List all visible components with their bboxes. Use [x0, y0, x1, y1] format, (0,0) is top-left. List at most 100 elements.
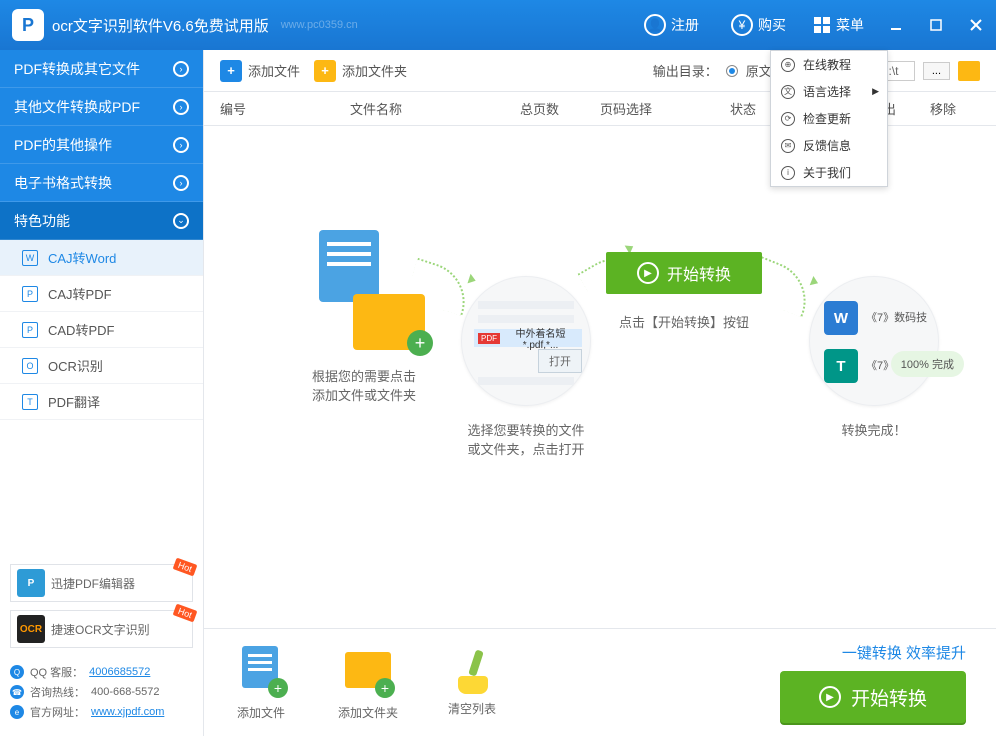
bottom-add-folder[interactable]: + 添加文件夹 — [338, 644, 398, 721]
sidebar-item-label: CAD转PDF — [48, 320, 114, 339]
sidebar-item-caj-pdf[interactable]: PCAJ转PDF — [0, 276, 203, 312]
play-icon: ▶ — [637, 262, 659, 284]
section-other-to-pdf[interactable]: 其他文件转换成PDF › — [0, 88, 203, 126]
website-link[interactable]: www.xjpdf.com — [91, 706, 164, 718]
pdf-editor-icon: P — [17, 569, 45, 597]
bottom-bar: + 添加文件 + 添加文件夹 清空列表 一键转换 效率提升 ▶ 开始转换 — [204, 628, 996, 736]
section-pdf-to-other[interactable]: PDF转换成其它文件› — [0, 50, 203, 88]
play-icon: ▶ — [819, 686, 841, 708]
bottom-label: 添加文件夹 — [338, 706, 398, 720]
sidebar-item-label: PDF翻译 — [48, 392, 100, 411]
doc-icon: T — [22, 394, 38, 410]
ocr-icon: OCR — [17, 615, 45, 643]
doc-icon: W — [22, 250, 38, 266]
menu-item-label: 关于我们 — [803, 164, 851, 181]
section-special[interactable]: 特色功能 ⌄ — [0, 202, 203, 240]
sidebar-item-translate[interactable]: T PDF翻译 — [0, 384, 203, 420]
contact-value: 400-668-5572 — [91, 686, 160, 698]
grid-icon — [814, 17, 830, 33]
section-ebook[interactable]: 电子书格式转换› — [0, 164, 203, 202]
radio-original-folder[interactable] — [726, 65, 738, 77]
col-pages: 总页数 — [520, 99, 600, 118]
promo-pdf-editor[interactable]: P 迅捷PDF编辑器 Hot — [10, 564, 193, 602]
menu-check-update[interactable]: ⟳ 检查更新 — [771, 105, 887, 132]
contact-label: 官方网址： — [30, 704, 85, 720]
promo-label: 捷速OCR文字识别 — [51, 621, 150, 638]
guide-step-3: ▶ 开始转换 点击【开始转换】按钮 — [584, 222, 784, 331]
menu-item-label: 检查更新 — [803, 110, 851, 127]
guide-text: 转换完成！ — [774, 420, 974, 439]
pdf-tag-icon: PDF — [478, 333, 500, 344]
menu-item-label: 反馈信息 — [803, 137, 851, 154]
chevron-right-icon: › — [173, 137, 189, 153]
text-icon: T — [824, 349, 858, 383]
chevron-right-icon: › — [173, 99, 189, 115]
main-menu-dropdown: ⊕在线教程 文语言选择▶ ⟳ 检查更新 ✉ 反馈信息 i 关于我们 — [770, 50, 888, 187]
phone-icon: ☎ — [10, 685, 24, 699]
app-logo-icon: P — [12, 9, 44, 41]
hot-badge: Hot — [173, 558, 198, 577]
start-button-illustration: ▶ 开始转换 — [606, 252, 762, 294]
promo-label: 迅捷PDF编辑器 — [51, 575, 135, 592]
start-conversion-button[interactable]: ▶ 开始转换 — [780, 671, 966, 723]
user-icon: 👤 — [644, 14, 666, 36]
watermark-text: www.pc0359.cn — [281, 19, 358, 31]
qq-link[interactable]: 4006685572 — [89, 666, 150, 678]
browse-ellipsis-button[interactable]: ... — [923, 62, 950, 80]
sidebar-item-label: CAJ转PDF — [48, 284, 112, 303]
close-button[interactable] — [956, 0, 996, 50]
menu-about[interactable]: i 关于我们 — [771, 159, 887, 186]
start-label: 开始转换 — [851, 684, 927, 711]
col-remove: 移除 — [930, 99, 980, 118]
section-pdf-ops[interactable]: PDF的其他操作 › — [0, 126, 203, 164]
menu-feedback[interactable]: ✉ 反馈信息 — [771, 132, 887, 159]
bottom-label: 清空列表 — [448, 702, 496, 716]
bottom-add-file[interactable]: + 添加文件 — [234, 644, 288, 721]
promo-ocr[interactable]: OCR 捷速OCR文字识别 Hot — [10, 610, 193, 648]
guide-step-4: W 《7》数码技 T 《7》 100% 完成 转换完成！ — [774, 276, 974, 439]
menu-online-tutorial[interactable]: ⊕在线教程 — [771, 51, 887, 78]
info-icon: i — [781, 166, 795, 180]
sidebar-item-label: CAJ转Word — [48, 248, 116, 267]
col-range: 页码选择 — [600, 99, 730, 118]
menu-button[interactable]: 菜单 — [802, 0, 876, 50]
guide-text: 点击【开始转换】按钮 — [584, 312, 784, 331]
menu-label: 菜单 — [836, 15, 864, 35]
contact-label: 咨询热线： — [30, 684, 85, 700]
sidebar-item-ocr[interactable]: OOCR识别 — [0, 348, 203, 384]
ie-icon: e — [10, 705, 24, 719]
sidebar-item-caj-word[interactable]: W CAJ转Word — [0, 240, 203, 276]
section-label: 特色功能 — [14, 211, 70, 231]
minimize-button[interactable] — [876, 0, 916, 50]
section-label: 其他文件转换成PDF — [14, 97, 140, 117]
tb-label: 添加文件 — [248, 61, 300, 80]
file-name-text: 中外着名短*.pdf,*... — [503, 325, 578, 351]
add-file-button[interactable]: + 添加文件 — [220, 60, 300, 82]
yen-icon: ¥ — [731, 14, 753, 36]
menu-language[interactable]: 文语言选择▶ — [771, 78, 887, 105]
register-label: 注册 — [671, 15, 699, 35]
chevron-right-icon: › — [173, 61, 189, 77]
plus-icon: + — [314, 60, 336, 82]
start-label: 开始转换 — [667, 261, 731, 285]
language-icon: 文 — [781, 85, 795, 99]
output-label: 输出目录： — [653, 61, 718, 80]
col-number: 编号 — [220, 99, 350, 118]
buy-button[interactable]: ¥ 购买 — [715, 0, 802, 50]
doc-icon: P — [22, 322, 38, 338]
plus-icon: + — [220, 60, 242, 82]
register-button[interactable]: 👤 注册 — [628, 0, 715, 50]
sidebar-item-label: OCR识别 — [48, 356, 103, 375]
add-folder-button[interactable]: +添加文件夹 — [314, 60, 407, 82]
sidebar-item-cad-pdf[interactable]: P CAD转PDF — [0, 312, 203, 348]
section-label: PDF的其他操作 — [14, 135, 112, 155]
chevron-down-icon: ⌄ — [173, 213, 189, 229]
hot-badge: Hot — [173, 604, 198, 623]
maximize-button[interactable] — [916, 0, 956, 50]
browse-folder-button[interactable] — [958, 61, 980, 81]
refresh-icon: ⟳ — [781, 112, 795, 126]
slogan-text: 一键转换 效率提升 — [780, 642, 966, 663]
bottom-clear-list[interactable]: 清空列表 — [448, 648, 496, 717]
word-icon: W — [824, 301, 858, 335]
chat-icon: ✉ — [781, 139, 795, 153]
